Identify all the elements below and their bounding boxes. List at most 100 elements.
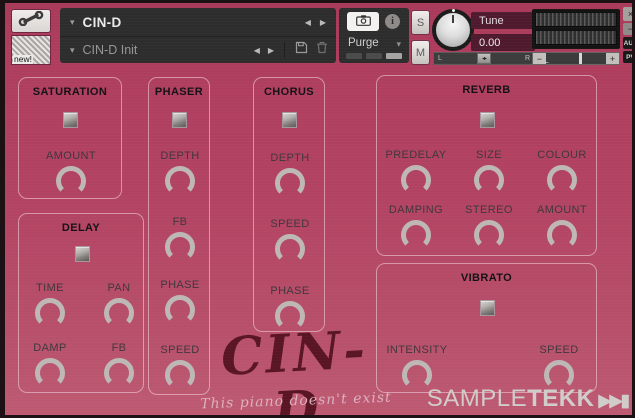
volume-plus[interactable]: + xyxy=(606,53,619,64)
knob-label: SPEED xyxy=(270,218,310,230)
knob-label: AMOUNT xyxy=(45,150,97,162)
reverb-enable-button[interactable] xyxy=(480,112,495,128)
phaser-title: PHASER xyxy=(154,86,204,98)
reverb-damping-knob[interactable] xyxy=(401,220,431,250)
delay-title: DELAY xyxy=(61,222,101,234)
wrench-icon xyxy=(18,10,44,31)
brand-bold: TEKK xyxy=(527,385,595,412)
patch-name: CIN-D Init xyxy=(82,43,138,57)
knob-label: DAMPING xyxy=(388,204,444,216)
phaser-phase-knob[interactable] xyxy=(165,295,195,325)
phaser-enable-button[interactable] xyxy=(172,112,187,128)
snapshot-camera-button[interactable] xyxy=(347,12,379,31)
knob-label: FB xyxy=(111,342,127,354)
new-badge-label: new! xyxy=(13,54,33,64)
saturation-enable-button[interactable] xyxy=(63,112,78,128)
instrument-name: CIN-D xyxy=(82,14,122,30)
knob-label: PHASE xyxy=(270,285,310,297)
saturation-amount-knob[interactable] xyxy=(56,166,86,196)
knob-label: AMOUNT xyxy=(536,204,588,216)
wrench-button[interactable] xyxy=(11,9,51,33)
info-icon[interactable]: i xyxy=(385,14,400,29)
new-badge[interactable]: new! xyxy=(11,35,51,65)
volume-wedge xyxy=(546,54,550,63)
sampletekk-logo: SAMPLE TEKK ▶▶▮ xyxy=(426,385,630,413)
delay-damp-knob[interactable] xyxy=(35,358,65,388)
reverb-predelay-knob[interactable] xyxy=(401,165,431,195)
aux-button[interactable]: AUX xyxy=(623,37,632,49)
reverb-stereo-knob[interactable] xyxy=(474,220,504,250)
chevron-down-icon[interactable]: ▾ xyxy=(70,17,75,28)
pan-right-label: R xyxy=(524,55,530,62)
volume-minus[interactable]: − xyxy=(533,53,546,64)
next-instrument-icon[interactable]: ▶ xyxy=(320,18,326,27)
pv-button[interactable]: PV xyxy=(623,51,632,63)
tune-knob[interactable] xyxy=(432,9,474,51)
knob-label: DAMP xyxy=(33,342,67,354)
chorus-depth-knob[interactable] xyxy=(275,168,305,198)
chevron-down-icon[interactable]: ▾ xyxy=(70,45,75,56)
minimize-button[interactable]: − xyxy=(623,23,632,35)
purge-menu[interactable]: Purge xyxy=(348,37,379,49)
close-button[interactable]: × xyxy=(623,7,632,21)
solo-button[interactable]: S xyxy=(411,10,430,35)
chorus-speed-knob[interactable] xyxy=(275,234,305,264)
saturation-title: SATURATION xyxy=(32,86,108,98)
pan-slider-handle[interactable]: ◂▸ xyxy=(477,53,491,64)
chorus-title: CHORUS xyxy=(263,86,315,98)
phaser-fb-knob[interactable] xyxy=(165,232,195,262)
volume-track[interactable] xyxy=(546,53,606,64)
level-meter-left xyxy=(535,12,617,27)
knob-label: COLOUR xyxy=(537,149,587,161)
level-meters xyxy=(532,9,620,49)
knob-label: PREDELAY xyxy=(385,149,447,161)
tune-knob-pointer xyxy=(452,15,454,23)
tune-value[interactable]: 0.00 xyxy=(471,34,535,51)
prev-instrument-icon[interactable]: ◀ xyxy=(305,18,311,27)
reverb-title: REVERB xyxy=(462,84,511,96)
volume-handle[interactable] xyxy=(579,53,582,64)
camera-icon xyxy=(355,13,371,31)
kontakt-header: new! ▾ CIN-D ◀ ▶ ▾ CIN-D Init ◀ ▶ i Purg… xyxy=(5,3,632,65)
tune-label: Tune xyxy=(471,12,535,29)
knob-label: FB xyxy=(172,216,188,228)
phaser-speed-knob[interactable] xyxy=(165,360,195,390)
knob-label: STEREO xyxy=(465,204,513,216)
kontakt-instrument-window: new! ▾ CIN-D ◀ ▶ ▾ CIN-D Init ◀ ▶ i Purg… xyxy=(0,0,635,418)
trash-icon[interactable] xyxy=(316,41,328,59)
save-icon[interactable] xyxy=(295,41,308,59)
reverb-colour-knob[interactable] xyxy=(547,165,577,195)
instrument-title-row[interactable]: ▾ CIN-D ◀ ▶ xyxy=(60,8,336,37)
chorus-enable-button[interactable] xyxy=(282,112,297,128)
vibrato-title: VIBRATO xyxy=(460,272,513,284)
delay-pan-knob[interactable] xyxy=(104,298,134,328)
delay-fb-knob[interactable] xyxy=(104,358,134,388)
instrument-header-box: ▾ CIN-D ◀ ▶ ▾ CIN-D Init ◀ ▶ xyxy=(60,8,336,63)
memory-segment xyxy=(346,53,362,59)
memory-indicator xyxy=(346,53,402,59)
knob-label: SPEED xyxy=(539,344,579,356)
delay-enable-button[interactable] xyxy=(75,246,90,262)
vibrato-enable-button[interactable] xyxy=(480,300,495,316)
patch-row[interactable]: ▾ CIN-D Init ◀ ▶ xyxy=(60,37,336,63)
level-meter-right xyxy=(535,30,617,45)
phaser-depth-knob[interactable] xyxy=(165,166,195,196)
pan-slider[interactable]: L R ◂▸ xyxy=(433,52,535,65)
memory-segment xyxy=(386,53,402,59)
mute-button[interactable]: M xyxy=(411,40,430,65)
knob-label: PHASE xyxy=(160,279,200,291)
knob-label: SPEED xyxy=(160,344,200,356)
reverb-amount-knob[interactable] xyxy=(547,220,577,250)
pan-left-label: L xyxy=(438,55,442,62)
next-patch-icon[interactable]: ▶ xyxy=(268,46,274,55)
brand-light: SAMPLE xyxy=(426,385,528,412)
knob-label: DEPTH xyxy=(270,152,310,164)
divider xyxy=(284,42,285,58)
delay-panel: DELAY TIME PAN DAMP FB xyxy=(18,213,144,393)
prev-patch-icon[interactable]: ◀ xyxy=(254,46,260,55)
chevron-down-icon[interactable]: ▾ xyxy=(396,39,401,50)
delay-time-knob[interactable] xyxy=(35,298,65,328)
volume-slider[interactable]: − + xyxy=(532,52,620,65)
reverb-size-knob[interactable] xyxy=(474,165,504,195)
memory-segment xyxy=(366,53,382,59)
